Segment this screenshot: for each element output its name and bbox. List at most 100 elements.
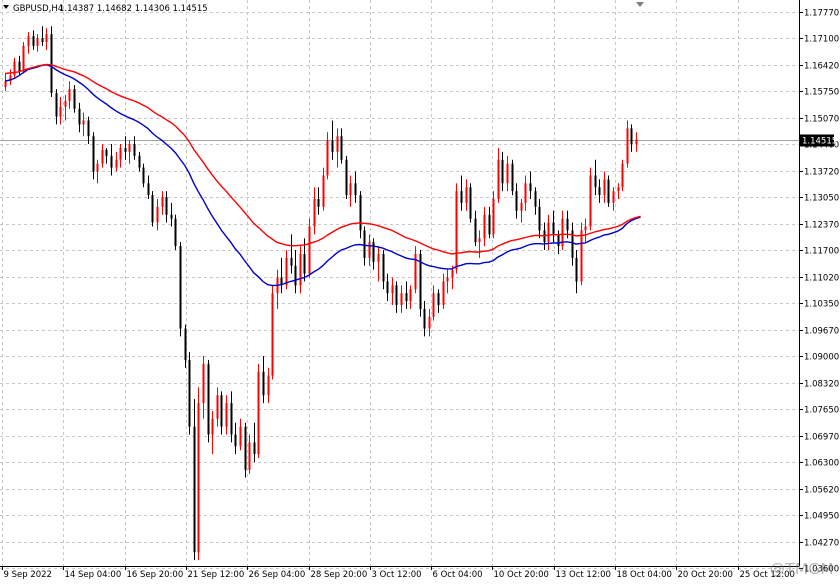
candle-body bbox=[460, 191, 463, 203]
candle-body bbox=[469, 187, 472, 219]
candle-body bbox=[511, 163, 514, 192]
candle-body bbox=[492, 199, 495, 235]
candle-body bbox=[64, 100, 67, 107]
candle-body bbox=[68, 89, 71, 101]
candle-body bbox=[253, 442, 256, 455]
candle-body bbox=[216, 395, 219, 419]
candle-body bbox=[372, 242, 375, 262]
candle-body bbox=[174, 218, 177, 247]
bull-candle bbox=[308, 218, 311, 278]
candle-body bbox=[138, 155, 141, 168]
candle-body bbox=[105, 149, 108, 156]
candle-body bbox=[437, 293, 440, 305]
current-price-label: 1.14515 bbox=[800, 134, 837, 147]
candle-body bbox=[313, 199, 316, 227]
candle-body bbox=[617, 187, 620, 192]
candle-body bbox=[188, 359, 191, 427]
candle-body bbox=[326, 140, 329, 176]
candle-body bbox=[455, 191, 458, 270]
candle-body bbox=[133, 144, 136, 156]
candle-body bbox=[101, 149, 104, 164]
candle-body bbox=[483, 214, 486, 239]
candle-body bbox=[538, 206, 541, 231]
candle-body bbox=[391, 285, 394, 294]
bear-candle bbox=[244, 422, 247, 478]
x-tick-label: 6 Oct 04:00 bbox=[433, 570, 483, 580]
candle-body bbox=[244, 426, 247, 470]
bear-candle bbox=[607, 175, 610, 207]
candle-body bbox=[589, 175, 592, 227]
candle-body bbox=[41, 38, 44, 42]
candle-body bbox=[368, 242, 371, 258]
bear-candle bbox=[179, 242, 182, 337]
y-tick-label: 1.09670 bbox=[804, 327, 839, 337]
y-tick-label: 1.17770 bbox=[804, 9, 839, 19]
candle-body bbox=[92, 136, 95, 172]
candle-body bbox=[428, 316, 431, 329]
candle-body bbox=[566, 218, 569, 231]
candle-body bbox=[128, 144, 131, 152]
y-tick-label: 1.11700 bbox=[804, 247, 839, 257]
y-tick-label: 1.10350 bbox=[804, 300, 839, 310]
candle-body bbox=[363, 230, 366, 258]
x-tick-label: 3 Oct 12:00 bbox=[372, 570, 422, 580]
y-tick-label: 1.06970 bbox=[804, 433, 839, 443]
candle-body bbox=[630, 128, 633, 145]
y-tick-label: 1.16420 bbox=[804, 62, 839, 72]
candle-body bbox=[267, 375, 270, 396]
candle-body bbox=[290, 257, 293, 266]
candle-body bbox=[248, 442, 251, 470]
candlestick-chart: 1.177701.171001.164201.157501.150701.144… bbox=[0, 0, 840, 584]
candle-body bbox=[529, 183, 532, 192]
candle-body bbox=[386, 281, 389, 294]
candle-body bbox=[271, 293, 274, 376]
candle-body bbox=[50, 34, 53, 94]
x-tick-label: 20 Oct 20:00 bbox=[678, 570, 733, 580]
candle-body bbox=[594, 175, 597, 188]
candle-body bbox=[197, 403, 200, 553]
candle-body bbox=[515, 191, 518, 211]
y-tick-label: 1.07650 bbox=[804, 406, 839, 416]
candle-body bbox=[400, 293, 403, 305]
candle-body bbox=[151, 195, 154, 223]
candle-body bbox=[446, 277, 449, 282]
ohlc-readout: 1.14387 1.14682 1.14306 1.14515 bbox=[59, 4, 208, 14]
candle-body bbox=[607, 179, 610, 203]
candle-body bbox=[234, 434, 237, 447]
candle-body bbox=[55, 93, 58, 117]
candle-body bbox=[239, 426, 242, 447]
x-tick-label: 28 Sep 20:00 bbox=[311, 570, 368, 580]
bear-candle bbox=[345, 155, 348, 200]
candle-body bbox=[488, 214, 491, 235]
candle-body bbox=[179, 246, 182, 329]
candle-body bbox=[377, 253, 380, 262]
candle-body bbox=[161, 197, 164, 207]
candle-body bbox=[465, 187, 468, 203]
y-tick-label: 1.05620 bbox=[804, 486, 839, 496]
candle-body bbox=[45, 34, 48, 42]
candle-body bbox=[4, 81, 7, 88]
y-tick-label: 1.13720 bbox=[804, 168, 839, 178]
candle-body bbox=[124, 147, 127, 152]
candle-body bbox=[474, 218, 477, 243]
y-tick-label: 1.06300 bbox=[804, 459, 839, 469]
candle-body bbox=[142, 167, 145, 184]
candle-body bbox=[584, 226, 587, 231]
candle-body bbox=[547, 222, 550, 243]
y-tick-label: 1.15750 bbox=[804, 88, 839, 98]
candle-body bbox=[22, 45, 25, 72]
candle-body bbox=[59, 106, 62, 117]
candle-body bbox=[442, 281, 445, 305]
y-tick-label: 1.12370 bbox=[804, 221, 839, 231]
candle-body bbox=[432, 293, 435, 317]
candle-body bbox=[340, 136, 343, 160]
x-tick-label: 13 Oct 12:00 bbox=[556, 570, 611, 580]
x-tick-label: 18 Oct 04:00 bbox=[617, 570, 672, 580]
candle-body bbox=[285, 257, 288, 286]
y-tick-label: 1.15070 bbox=[804, 115, 839, 125]
y-tick-label: 1.04950 bbox=[804, 512, 839, 522]
candle-body bbox=[257, 371, 260, 455]
candle-body bbox=[382, 253, 385, 282]
candle-body bbox=[603, 179, 606, 196]
candle-body bbox=[32, 36, 35, 46]
